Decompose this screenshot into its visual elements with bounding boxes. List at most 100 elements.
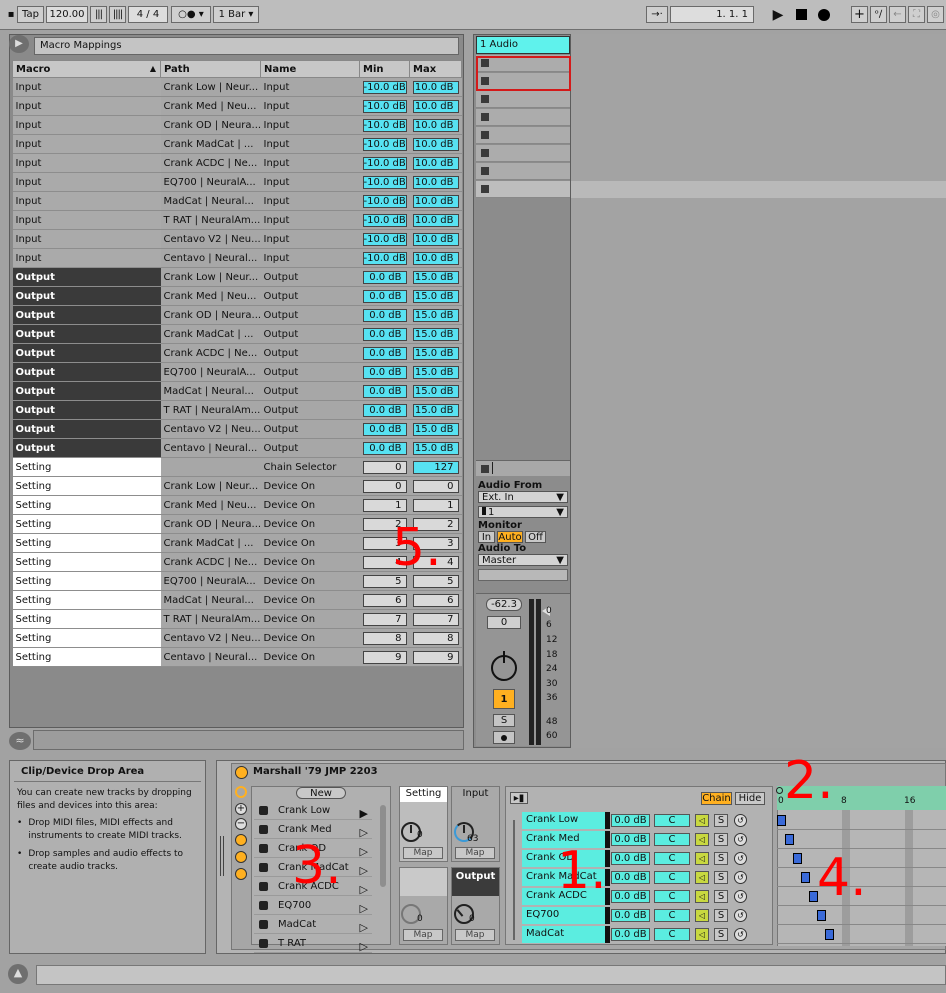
max-value-field[interactable]: 15.0 dB [412,346,459,360]
chain-list-item[interactable]: EQ700 ▷ [254,897,372,915]
audio-to-select[interactable]: Master ▼ [478,554,568,566]
solo-button[interactable]: S [493,714,515,727]
chain-volume[interactable]: 0.0 dB [611,890,650,903]
chain-volume[interactable]: 0.0 dB [611,871,650,884]
clip-slot[interactable] [476,145,570,162]
clip-slot[interactable] [476,91,570,108]
chain-pan[interactable]: C [654,928,690,941]
chain-name[interactable]: EQ700 [522,907,602,924]
min-value-field[interactable]: 0 [362,479,407,493]
max-value-field[interactable]: 15.0 dB [412,384,459,398]
overdub-icon[interactable]: + [851,6,868,23]
clip-stop-icon[interactable] [481,149,489,157]
macro-output-map-button[interactable]: Map [455,929,495,941]
chain-zone[interactable] [793,853,802,864]
time-signature-field[interactable]: 4 / 4 [128,6,168,23]
min-value-field[interactable]: 8 [362,631,407,645]
chain-hotswap-icon[interactable]: ↺ [734,909,747,922]
min-value-field[interactable]: 0.0 dB [362,441,407,455]
max-value-field[interactable]: 6 [412,593,459,607]
macro-row[interactable]: Output Centavo | Neural... Output 0.0 dB 15.… [12,438,462,458]
max-value-field[interactable]: 0 [412,479,459,493]
chain-list-item[interactable]: MadCat ▷ [254,916,372,934]
macro-row[interactable]: Input Crank ACDC | Ne... Input -10.0 dB 10.0… [12,153,462,173]
macro-row[interactable]: Output Crank ACDC | Ne... Output 0.0 dB 15.0… [12,343,462,363]
macro-row[interactable]: Input EQ700 | NeuralA... Input -10.0 dB 10.0… [12,172,462,192]
chain-solo-button[interactable]: S [714,909,728,922]
chain-volume[interactable]: 0.0 dB [611,928,650,941]
max-value-field[interactable]: 10.0 dB [412,99,459,113]
nudge-up-icon[interactable]: |||| [109,6,126,23]
play-icon[interactable]: ▷ [360,881,368,898]
max-value-field[interactable]: 15.0 dB [412,403,459,417]
chain-row[interactable]: Crank Low 0.0 dB C ◁ S ↺ [522,812,772,829]
chain-pan[interactable]: C [654,833,690,846]
macro-row[interactable]: Setting T RAT | NeuralAm... Device On 7 7 [12,609,462,629]
max-value-field[interactable]: 10.0 dB [412,80,459,94]
chain-solo-button[interactable]: S [714,852,728,865]
chain-pan[interactable]: C [654,890,690,903]
macro-row[interactable]: Setting Centavo | Neural... Device On 9 9 [12,647,462,667]
min-value-field[interactable]: -10.0 dB [362,118,407,132]
min-value-field[interactable]: 0.0 dB [362,403,407,417]
volume-field[interactable]: -62.3 [486,598,522,611]
column-header-macro[interactable]: Macro ▲ [12,60,161,78]
min-value-field[interactable]: 0.0 dB [362,308,407,322]
max-value-field[interactable]: 15.0 dB [412,289,459,303]
chain-solo-button[interactable]: S [714,890,728,903]
device-drag-handle[interactable] [220,836,224,876]
chain-row[interactable]: MadCat 0.0 dB C ◁ S ↺ [522,926,772,943]
track-activator-button[interactable]: 1 [493,689,515,709]
chain-hotswap-icon[interactable]: ↺ [734,928,747,941]
play-icon[interactable]: ▷ [360,843,368,860]
show-chains-icon[interactable] [235,834,247,846]
chain-volume[interactable]: 0.0 dB [611,852,650,865]
monitor-in-button[interactable]: In [478,531,495,543]
column-header-max[interactable]: Max [409,60,462,78]
play-icon[interactable]: ▷ [360,938,368,955]
hot-swap-icon[interactable] [235,786,247,798]
macro-row[interactable]: Setting Crank Low | Neur... Device On 0 0 [12,476,462,496]
column-header-min[interactable]: Min [359,60,410,78]
macro-setting-map-button[interactable]: Map [403,847,443,859]
min-value-field[interactable]: -10.0 dB [362,232,407,246]
macro-row[interactable]: Input Crank Low | Neur... Input -10.0 dB 10.… [12,77,462,97]
chain-solo-button[interactable]: S [714,833,728,846]
show-mixer-icon[interactable] [235,868,247,880]
input-channel-select[interactable]: 1 ▼ [478,506,568,518]
macro-row[interactable]: Setting Chain Selector 0 127 [12,457,462,477]
max-value-field[interactable]: 15.0 dB [412,422,459,436]
chain-solo-button[interactable]: S [714,928,728,941]
macro-row[interactable]: Setting MadCat | Neural... Device On 6 6 [12,590,462,610]
max-value-field[interactable]: 15.0 dB [412,441,459,455]
macro-row[interactable]: Output Crank OD | Neura... Output 0.0 dB 15.… [12,305,462,325]
clip-slot[interactable] [476,181,570,198]
max-value-field[interactable]: 127 [412,460,459,474]
macro-row[interactable]: Setting Crank Med | Neu... Device On 1 1 [12,495,462,515]
max-value-field[interactable]: 15.0 dB [412,270,459,284]
macro-empty-map-button[interactable]: Map [403,929,443,941]
macro-row[interactable]: Input MadCat | Neural... Input -10.0 dB 10.0… [12,191,462,211]
min-value-field[interactable]: -10.0 dB [362,137,407,151]
macro-row[interactable]: Input Centavo | Neural... Input -10.0 dB 10.… [12,248,462,268]
audio-from-select[interactable]: Ext. In ▼ [478,491,568,503]
max-value-field[interactable]: 15.0 dB [412,327,459,341]
clip-stop-icon[interactable] [481,113,489,121]
new-preset-button[interactable]: New [296,787,346,799]
track-title[interactable]: 1 Audio [476,36,570,54]
stop-icon[interactable] [795,9,807,20]
record-icon[interactable] [818,8,830,21]
play-icon[interactable]: ▷ [360,919,368,936]
max-value-field[interactable]: 10.0 dB [412,175,459,189]
macro-row[interactable]: Output T RAT | NeuralAm... Output 0.0 dB 15.… [12,400,462,420]
max-value-field[interactable]: 9 [412,650,459,664]
chain-activator-icon[interactable]: ◁ [695,814,709,827]
chain-pan[interactable]: C [654,871,690,884]
song-position-field[interactable]: 1. 1. 1 [670,6,754,23]
max-value-field[interactable]: 10.0 dB [412,251,459,265]
min-value-field[interactable]: -10.0 dB [362,156,407,170]
selector-handle-icon[interactable] [776,787,783,794]
macro-row[interactable]: Input Crank OD | Neura... Input -10.0 dB 10.… [12,115,462,135]
min-value-field[interactable]: -10.0 dB [362,251,407,265]
audio-to-channel[interactable] [478,569,568,581]
